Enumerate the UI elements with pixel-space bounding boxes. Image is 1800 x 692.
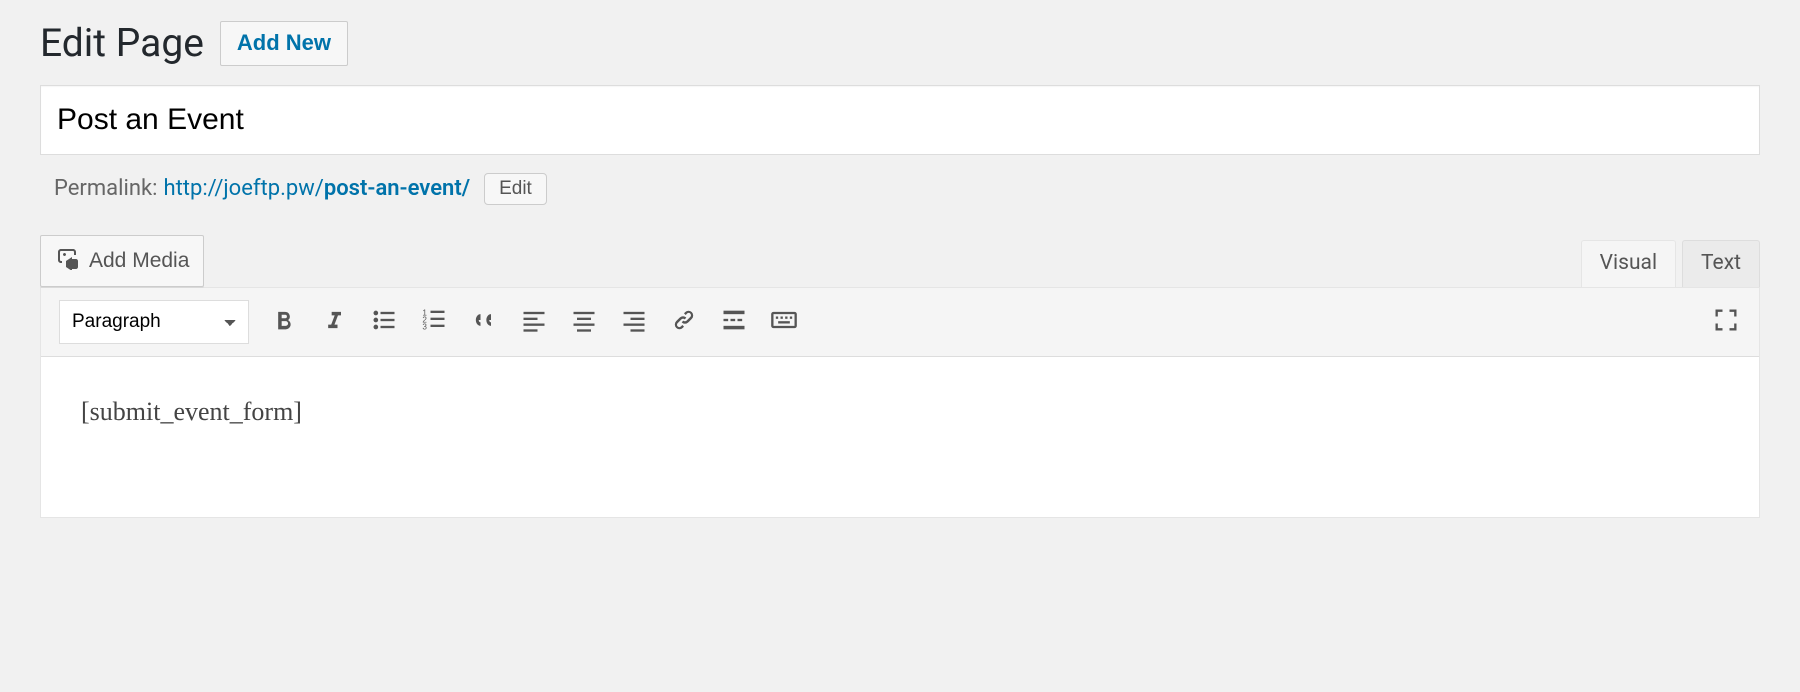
align-center-button[interactable]: [569, 307, 599, 337]
bold-icon: [270, 306, 298, 337]
bullet-list-icon: [370, 306, 398, 337]
permalink-label: Permalink:: [54, 176, 157, 201]
permalink-base: http://joeftp.pw/: [163, 176, 323, 201]
align-right-button[interactable]: [619, 307, 649, 337]
post-title-input[interactable]: [40, 85, 1760, 155]
link-button[interactable]: [669, 307, 699, 337]
toolbar-toggle-button[interactable]: [769, 307, 799, 337]
quote-icon: [470, 306, 498, 337]
read-more-button[interactable]: [719, 307, 749, 337]
align-left-button[interactable]: [519, 307, 549, 337]
tab-visual[interactable]: Visual: [1581, 240, 1676, 287]
add-new-button[interactable]: Add New: [220, 21, 348, 66]
format-select[interactable]: Paragraph: [59, 300, 249, 344]
italic-button[interactable]: [319, 307, 349, 337]
numbered-list-icon: 123: [420, 306, 448, 337]
editor: Paragraph 123: [40, 287, 1760, 518]
permalink-link[interactable]: http://joeftp.pw/post-an-event/: [163, 176, 470, 201]
read-more-icon: [720, 306, 748, 337]
link-icon: [670, 306, 698, 337]
numbered-list-button[interactable]: 123: [419, 307, 449, 337]
align-left-icon: [520, 306, 548, 337]
permalink-row: Permalink: http://joeftp.pw/post-an-even…: [54, 173, 1760, 205]
fullscreen-button[interactable]: [1711, 307, 1741, 337]
media-icon: [55, 246, 79, 276]
align-right-icon: [620, 306, 648, 337]
permalink-slug: post-an-event/: [324, 176, 470, 201]
bullet-list-button[interactable]: [369, 307, 399, 337]
blockquote-button[interactable]: [469, 307, 499, 337]
italic-icon: [320, 306, 348, 337]
bold-button[interactable]: [269, 307, 299, 337]
expand-icon: [1712, 306, 1740, 337]
add-media-button[interactable]: Add Media: [40, 235, 204, 287]
page-heading: Edit Page: [40, 20, 204, 67]
tab-text[interactable]: Text: [1682, 240, 1760, 287]
add-media-label: Add Media: [89, 249, 189, 273]
edit-permalink-button[interactable]: Edit: [484, 173, 547, 205]
svg-text:3: 3: [422, 323, 427, 332]
editor-content[interactable]: [submit_event_form]: [41, 357, 1759, 517]
editor-toolbar: Paragraph 123: [41, 288, 1759, 357]
keyboard-icon: [770, 306, 798, 337]
align-center-icon: [570, 306, 598, 337]
